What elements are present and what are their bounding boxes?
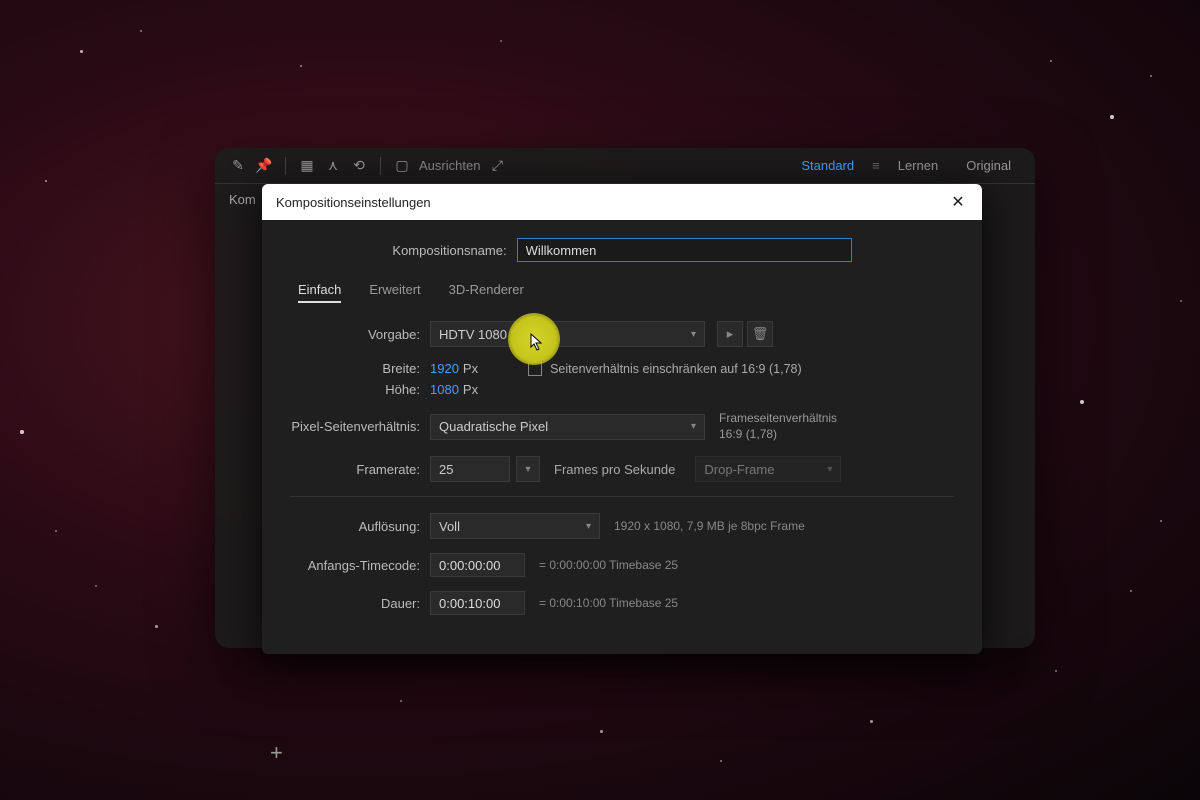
- resolution-label: Auflösung:: [290, 519, 430, 534]
- settings-tabs: Einfach Erweitert 3D-Renderer: [290, 282, 954, 303]
- tab-simple[interactable]: Einfach: [298, 282, 341, 303]
- chevron-down-icon: ▾: [586, 521, 591, 532]
- framerate-label: Framerate:: [290, 462, 430, 477]
- height-value[interactable]: 1080: [430, 382, 459, 397]
- comp-name-input[interactable]: [517, 238, 852, 262]
- dialog-title: Kompositionseinstellungen: [276, 195, 431, 210]
- dialog-header: Kompositionseinstellungen ✕: [262, 184, 982, 220]
- pixel-aspect-label: Pixel-Seitenverhältnis:: [290, 419, 430, 434]
- dropframe-select: Drop-Frame▾: [695, 456, 841, 482]
- background-plus-marker: +: [270, 740, 283, 766]
- start-timecode-info: = 0:00:00:00 Timebase 25: [539, 558, 678, 572]
- duration-input[interactable]: [430, 591, 525, 615]
- composition-settings-dialog: Kompositionseinstellungen ✕ Kompositions…: [262, 184, 982, 654]
- preset-label: Vorgabe:: [290, 327, 430, 342]
- resolution-info: 1920 x 1080, 7,9 MB je 8bpc Frame: [614, 519, 805, 533]
- chevron-down-icon: ▾: [691, 329, 696, 340]
- chevron-down-icon: ▾: [691, 421, 696, 432]
- mode-original[interactable]: Original: [956, 158, 1021, 173]
- brush-icon[interactable]: ✎: [229, 157, 247, 175]
- pixel-aspect-select[interactable]: Quadratische Pixel▾: [430, 414, 705, 440]
- rect-icon[interactable]: ▢: [393, 157, 411, 175]
- app-toolbar: ✎ 📌 ▦ ⋏ ⟲ ▢ Ausrichten ⤢ Standard ≡ Lern…: [215, 148, 1035, 184]
- preset-select[interactable]: HDTV 1080 25▾: [430, 321, 705, 347]
- start-timecode-label: Anfangs-Timecode:: [290, 558, 430, 573]
- resolution-select[interactable]: Voll▾: [430, 513, 600, 539]
- preset-delete-button[interactable]: 🗑: [747, 321, 773, 347]
- tool-icon-2[interactable]: ⋏: [324, 157, 342, 175]
- pin-icon[interactable]: 📌: [255, 157, 273, 175]
- lock-aspect-checkbox[interactable]: [528, 362, 542, 376]
- comp-tab-prefix[interactable]: Kom: [229, 192, 256, 207]
- width-value[interactable]: 1920: [430, 361, 459, 376]
- framerate-input[interactable]: 25: [430, 456, 510, 482]
- tool-icon-3[interactable]: ⟲: [350, 157, 368, 175]
- framerate-dropdown[interactable]: ▾: [516, 456, 540, 482]
- width-label: Breite:: [290, 361, 430, 376]
- tab-renderer[interactable]: 3D-Renderer: [449, 282, 524, 303]
- frame-aspect-label: Frameseitenverhältnis: [719, 411, 837, 427]
- frame-aspect-value: 16:9 (1,78): [719, 427, 837, 443]
- close-button[interactable]: ✕: [948, 192, 968, 212]
- lock-aspect-label: Seitenverhältnis einschränken auf 16:9 (…: [550, 362, 802, 376]
- tab-advanced[interactable]: Erweitert: [369, 282, 420, 303]
- expand-icon[interactable]: ⤢: [488, 157, 506, 175]
- start-timecode-input[interactable]: [430, 553, 525, 577]
- tool-icon-1[interactable]: ▦: [298, 157, 316, 175]
- fps-label: Frames pro Sekunde: [554, 462, 675, 477]
- duration-info: = 0:00:10:00 Timebase 25: [539, 596, 678, 610]
- height-label: Höhe:: [290, 382, 430, 397]
- align-label[interactable]: Ausrichten: [419, 158, 480, 173]
- mode-standard[interactable]: Standard: [791, 158, 864, 173]
- comp-name-label: Kompositionsname:: [392, 243, 516, 258]
- duration-label: Dauer:: [290, 596, 430, 611]
- preset-save-button[interactable]: ▸: [717, 321, 743, 347]
- mode-learn[interactable]: Lernen: [888, 158, 948, 173]
